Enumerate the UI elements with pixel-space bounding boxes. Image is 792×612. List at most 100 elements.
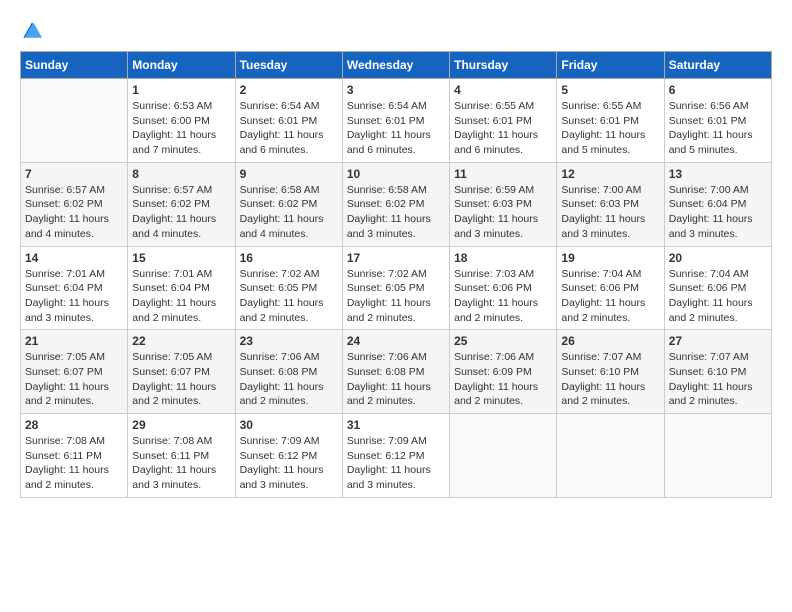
day-number: 16 [240,251,338,265]
day-number: 20 [669,251,767,265]
day-info: Sunrise: 7:08 AMSunset: 6:11 PMDaylight:… [132,434,230,493]
calendar-cell: 10 Sunrise: 6:58 AMSunset: 6:02 PMDayligh… [342,162,449,246]
calendar-cell: 8 Sunrise: 6:57 AMSunset: 6:02 PMDaylight… [128,162,235,246]
day-info: Sunrise: 7:06 AMSunset: 6:08 PMDaylight:… [240,350,338,409]
day-number: 27 [669,334,767,348]
calendar-cell: 14 Sunrise: 7:01 AMSunset: 6:04 PMDayligh… [21,246,128,330]
calendar-cell: 21Sunrise: 7:05 AMSunset: 6:07 PMDayligh… [21,330,128,414]
weekday-header-thursday: Thursday [450,52,557,79]
day-number: 8 [132,167,230,181]
calendar-cell: 26 Sunrise: 7:07 AMSunset: 6:10 PMDayligh… [557,330,664,414]
calendar-cell: 7 Sunrise: 6:57 AMSunset: 6:02 PMDaylight… [21,162,128,246]
weekday-header-wednesday: Wednesday [342,52,449,79]
week-row-1: 7 Sunrise: 6:57 AMSunset: 6:02 PMDaylight… [21,162,772,246]
day-number: 28 [25,418,123,432]
day-info: Sunrise: 6:56 AMSunset: 6:01 PMDaylight:… [669,99,767,158]
calendar-cell: 12 Sunrise: 7:00 AMSunset: 6:03 PMDayligh… [557,162,664,246]
day-number: 30 [240,418,338,432]
weekday-header-saturday: Saturday [664,52,771,79]
day-number: 26 [561,334,659,348]
calendar-cell: 2 Sunrise: 6:54 AMSunset: 6:01 PMDaylight… [235,79,342,163]
calendar-cell [450,414,557,498]
day-number: 12 [561,167,659,181]
calendar-cell: 19 Sunrise: 7:04 AMSunset: 6:06 PMDayligh… [557,246,664,330]
calendar-cell: 5Sunrise: 6:55 AMSunset: 6:01 PMDaylight… [557,79,664,163]
day-info: Sunrise: 7:01 AMSunset: 6:04 PMDaylight:… [132,267,230,326]
day-number: 24 [347,334,445,348]
day-info: Sunrise: 7:08 AMSunset: 6:11 PMDaylight:… [25,434,123,493]
calendar-cell: 22Sunrise: 7:05 AMSunset: 6:07 PMDayligh… [128,330,235,414]
calendar-cell: 27 Sunrise: 7:07 AMSunset: 6:10 PMDayligh… [664,330,771,414]
day-info: Sunrise: 6:59 AMSunset: 6:03 PMDaylight:… [454,183,552,242]
day-info: Sunrise: 7:01 AMSunset: 6:04 PMDaylight:… [25,267,123,326]
logo-icon [22,21,42,41]
week-row-2: 14 Sunrise: 7:01 AMSunset: 6:04 PMDayligh… [21,246,772,330]
day-number: 29 [132,418,230,432]
weekday-header-monday: Monday [128,52,235,79]
day-info: Sunrise: 7:09 AMSunset: 6:12 PMDaylight:… [347,434,445,493]
day-info: Sunrise: 6:53 AMSunset: 6:00 PMDaylight:… [132,99,230,158]
calendar-cell: 30 Sunrise: 7:09 AMSunset: 6:12 PMDayligh… [235,414,342,498]
calendar-cell: 29 Sunrise: 7:08 AMSunset: 6:11 PMDayligh… [128,414,235,498]
day-number: 6 [669,83,767,97]
day-number: 11 [454,167,552,181]
day-number: 13 [669,167,767,181]
day-info: Sunrise: 7:09 AMSunset: 6:12 PMDaylight:… [240,434,338,493]
day-info: Sunrise: 7:03 AMSunset: 6:06 PMDaylight:… [454,267,552,326]
day-info: Sunrise: 7:05 AMSunset: 6:07 PMDaylight:… [132,350,230,409]
day-number: 7 [25,167,123,181]
header [20,20,772,41]
day-info: Sunrise: 6:58 AMSunset: 6:02 PMDaylight:… [240,183,338,242]
calendar-cell: 23 Sunrise: 7:06 AMSunset: 6:08 PMDayligh… [235,330,342,414]
day-info: Sunrise: 7:07 AMSunset: 6:10 PMDaylight:… [561,350,659,409]
weekday-header-sunday: Sunday [21,52,128,79]
day-info: Sunrise: 7:00 AMSunset: 6:04 PMDaylight:… [669,183,767,242]
day-number: 3 [347,83,445,97]
weekday-header-friday: Friday [557,52,664,79]
calendar-cell: 11 Sunrise: 6:59 AMSunset: 6:03 PMDayligh… [450,162,557,246]
calendar-cell [21,79,128,163]
day-number: 14 [25,251,123,265]
calendar-cell: 15 Sunrise: 7:01 AMSunset: 6:04 PMDayligh… [128,246,235,330]
logo [20,20,42,41]
calendar-cell [557,414,664,498]
day-number: 2 [240,83,338,97]
calendar-cell: 9 Sunrise: 6:58 AMSunset: 6:02 PMDaylight… [235,162,342,246]
day-info: Sunrise: 6:54 AMSunset: 6:01 PMDaylight:… [240,99,338,158]
day-info: Sunrise: 6:55 AMSunset: 6:01 PMDaylight:… [454,99,552,158]
day-number: 10 [347,167,445,181]
weekday-header-row: SundayMondayTuesdayWednesdayThursdayFrid… [21,52,772,79]
day-info: Sunrise: 6:58 AMSunset: 6:02 PMDaylight:… [347,183,445,242]
calendar: SundayMondayTuesdayWednesdayThursdayFrid… [20,51,772,498]
calendar-cell: 31 Sunrise: 7:09 AMSunset: 6:12 PMDayligh… [342,414,449,498]
day-info: Sunrise: 6:57 AMSunset: 6:02 PMDaylight:… [132,183,230,242]
calendar-cell: 6 Sunrise: 6:56 AMSunset: 6:01 PMDaylight… [664,79,771,163]
week-row-4: 28 Sunrise: 7:08 AMSunset: 6:11 PMDayligh… [21,414,772,498]
day-info: Sunrise: 6:57 AMSunset: 6:02 PMDaylight:… [25,183,123,242]
week-row-0: 1Sunrise: 6:53 AMSunset: 6:00 PMDaylight… [21,79,772,163]
day-number: 17 [347,251,445,265]
calendar-cell: 25Sunrise: 7:06 AMSunset: 6:09 PMDayligh… [450,330,557,414]
calendar-cell: 20 Sunrise: 7:04 AMSunset: 6:06 PMDayligh… [664,246,771,330]
calendar-cell [664,414,771,498]
calendar-cell: 16 Sunrise: 7:02 AMSunset: 6:05 PMDayligh… [235,246,342,330]
calendar-cell: 17 Sunrise: 7:02 AMSunset: 6:05 PMDayligh… [342,246,449,330]
day-number: 15 [132,251,230,265]
day-info: Sunrise: 6:55 AMSunset: 6:01 PMDaylight:… [561,99,659,158]
calendar-cell: 13 Sunrise: 7:00 AMSunset: 6:04 PMDayligh… [664,162,771,246]
weekday-header-tuesday: Tuesday [235,52,342,79]
day-number: 23 [240,334,338,348]
week-row-3: 21Sunrise: 7:05 AMSunset: 6:07 PMDayligh… [21,330,772,414]
day-info: Sunrise: 7:07 AMSunset: 6:10 PMDaylight:… [669,350,767,409]
calendar-cell: 4Sunrise: 6:55 AMSunset: 6:01 PMDaylight… [450,79,557,163]
day-info: Sunrise: 7:04 AMSunset: 6:06 PMDaylight:… [669,267,767,326]
day-info: Sunrise: 7:02 AMSunset: 6:05 PMDaylight:… [240,267,338,326]
day-info: Sunrise: 7:00 AMSunset: 6:03 PMDaylight:… [561,183,659,242]
calendar-cell: 1Sunrise: 6:53 AMSunset: 6:00 PMDaylight… [128,79,235,163]
day-number: 19 [561,251,659,265]
day-number: 31 [347,418,445,432]
day-info: Sunrise: 7:04 AMSunset: 6:06 PMDaylight:… [561,267,659,326]
day-number: 9 [240,167,338,181]
day-info: Sunrise: 7:02 AMSunset: 6:05 PMDaylight:… [347,267,445,326]
calendar-cell: 3Sunrise: 6:54 AMSunset: 6:01 PMDaylight… [342,79,449,163]
